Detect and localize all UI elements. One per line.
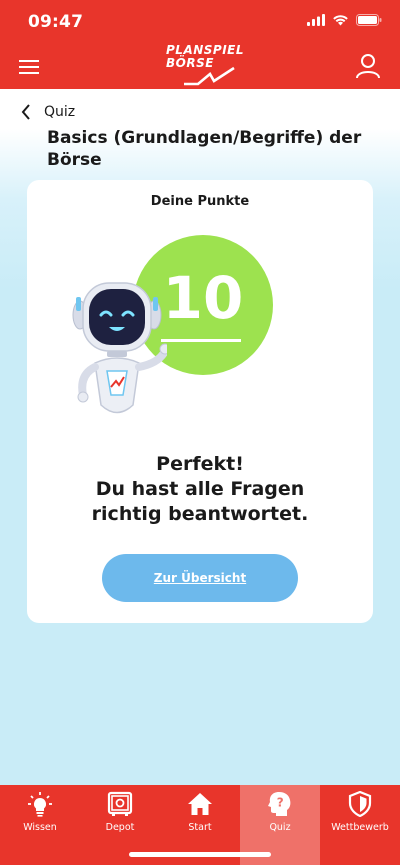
shield-icon xyxy=(348,791,372,817)
logo-chart-line-icon xyxy=(184,66,235,86)
robot-mascot-icon xyxy=(72,282,167,414)
score-underline xyxy=(161,339,241,342)
user-icon xyxy=(356,54,380,79)
tab-label: Start xyxy=(188,822,212,833)
status-icons xyxy=(307,14,382,26)
back-label: Quiz xyxy=(44,104,76,120)
safe-icon xyxy=(107,791,133,816)
result-card: Deine Punkte 10 Perfekt! Du hast alle Fr xyxy=(27,180,373,623)
home-indicator xyxy=(129,852,271,857)
status-time: 09:47 xyxy=(28,12,84,32)
nav-bar: PLANSPIEL BÖRSE xyxy=(0,44,400,89)
tab-wettbewerb[interactable]: Wettbewerb xyxy=(320,785,400,865)
tab-wissen[interactable]: Wissen xyxy=(0,785,80,865)
wifi-icon xyxy=(333,15,348,26)
overview-button[interactable]: Zur Übersicht xyxy=(102,554,298,602)
result-message: Perfekt! Du hast alle Fragen richtig bea… xyxy=(27,452,373,527)
hamburger-icon xyxy=(19,60,39,74)
tab-label: Depot xyxy=(105,822,135,833)
svg-text:?: ? xyxy=(277,796,284,810)
page-title: Basics (Grundlagen/Begriffe) der Börse xyxy=(47,128,362,170)
profile-button[interactable] xyxy=(354,52,382,80)
points-label: Deine Punkte xyxy=(150,194,250,209)
planspiel-boerse-logo[interactable]: PLANSPIEL BÖRSE xyxy=(162,44,244,88)
result-headline: Perfekt! xyxy=(156,453,244,475)
tab-label: Wettbewerb xyxy=(331,822,389,833)
result-body: Du hast alle Fragen richtig beantwortet. xyxy=(91,478,309,525)
app-header: 09:47 PLANSPIEL BÖRSE xyxy=(0,0,400,89)
chevron-left-icon xyxy=(21,104,30,120)
status-bar: 09:47 xyxy=(0,0,400,44)
battery-icon xyxy=(356,14,382,26)
tab-label: Quiz xyxy=(269,822,291,833)
home-icon xyxy=(188,793,212,815)
back-button[interactable]: Quiz xyxy=(20,100,75,124)
tab-label: Wissen xyxy=(23,822,57,833)
menu-button[interactable] xyxy=(16,54,42,80)
lightbulb-icon xyxy=(28,792,52,817)
signal-icon xyxy=(307,14,325,26)
question-head-icon: ? xyxy=(268,792,291,816)
